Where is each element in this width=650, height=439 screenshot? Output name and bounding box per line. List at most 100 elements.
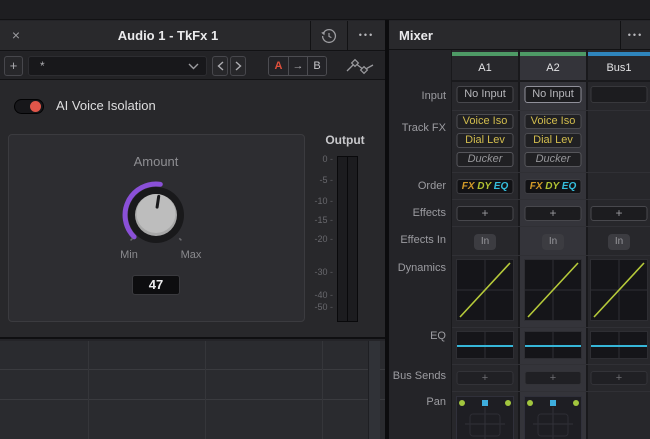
meter-tick: 0: [299, 154, 333, 164]
order-dy-label: DY: [477, 181, 492, 192]
row-label-eq: EQ: [430, 330, 446, 342]
order-dy-label: DY: [545, 181, 560, 192]
meter-tick: -15: [299, 215, 333, 225]
channel-name[interactable]: Bus1: [588, 56, 650, 80]
amount-label: Amount: [133, 154, 179, 169]
plugin-body: AI Voice Isolation Amount Min Max 47 Out…: [0, 80, 385, 339]
track-fx-voice-iso-button[interactable]: Voice Iso: [524, 114, 582, 129]
ai-voice-isolation-toggle[interactable]: [14, 99, 44, 114]
row-label-pan: Pan: [426, 396, 446, 408]
knob-max-label: Max: [180, 249, 202, 261]
row-label-bus-sends: Bus Sends: [392, 370, 446, 382]
channel-name[interactable]: A1: [452, 56, 518, 80]
effects-in-toggle[interactable]: In: [608, 234, 630, 250]
chevron-right-icon: [235, 61, 242, 71]
next-preset-button[interactable]: [230, 56, 246, 76]
knob-graphic: [122, 181, 184, 243]
plugin-window-title: Audio 1 - TkFx 1: [117, 28, 219, 43]
automation-keyframe-button[interactable]: [345, 58, 375, 75]
output-meter-label: Output: [325, 133, 365, 147]
input-select-button[interactable]: [590, 86, 648, 103]
meter-tick: -30: [299, 267, 333, 277]
row-label-effects: Effects: [412, 207, 446, 219]
track-fx-dial-lev-button[interactable]: Dial Lev: [456, 133, 514, 148]
ab-compare-a-button[interactable]: A: [269, 57, 288, 75]
mixer-titlebar: Mixer •••: [389, 21, 650, 50]
order-button[interactable]: FX DY EQ: [524, 179, 582, 194]
track-fx-voice-iso-button[interactable]: Voice Iso: [456, 114, 514, 129]
mixer-options-menu-button[interactable]: •••: [621, 21, 650, 50]
bus-send-button[interactable]: +: [590, 371, 648, 385]
preset-current-value: *: [40, 59, 45, 73]
meter-tick: -20: [299, 234, 333, 244]
pan-control[interactable]: [524, 396, 582, 439]
timeline-track-divider: [0, 399, 385, 400]
input-select-button[interactable]: No Input: [524, 86, 582, 103]
eq-graph[interactable]: [524, 331, 582, 359]
add-effect-button[interactable]: +: [590, 206, 648, 221]
previous-preset-button[interactable]: [212, 56, 228, 76]
track-fx-dial-lev-button[interactable]: Dial Lev: [524, 133, 582, 148]
row-label-effects-in: Effects In: [400, 234, 446, 246]
ab-copy-button[interactable]: →: [288, 57, 307, 75]
row-label-dynamics: Dynamics: [397, 262, 446, 274]
input-select-button[interactable]: No Input: [456, 86, 514, 103]
dynamics-graph[interactable]: [524, 259, 582, 321]
order-fx-label: FX: [461, 181, 475, 192]
meter-tick: -40: [299, 290, 333, 300]
row-label-input: Input: [421, 90, 446, 102]
ab-compare-b-button[interactable]: B: [307, 57, 326, 75]
eq-graph[interactable]: [590, 331, 648, 359]
channel-strip-a2: A2 No Input Voice Iso Dial Lev Ducker FX…: [520, 50, 586, 439]
eq-graph[interactable]: [456, 331, 514, 359]
timeline-scrollbar[interactable]: [368, 341, 380, 439]
mixer-channel-area: A1 No Input Voice Iso Dial Lev Ducker FX…: [451, 50, 650, 439]
timeline-gridline: [205, 341, 206, 439]
knob-min-label: Min: [120, 249, 138, 261]
ai-voice-isolation-label: AI Voice Isolation: [56, 98, 156, 113]
amount-panel: Amount Min Max 47: [8, 134, 305, 322]
timeline-gridline: [88, 341, 89, 439]
row-label-track-fx: Track FX: [401, 122, 446, 134]
timeline-gridline: [322, 341, 323, 439]
mixer-title: Mixer: [399, 28, 433, 43]
add-preset-button[interactable]: +: [4, 56, 23, 76]
dynamics-graph[interactable]: [590, 259, 648, 321]
effects-in-toggle[interactable]: In: [474, 234, 496, 250]
plugin-options-menu-button[interactable]: •••: [348, 21, 385, 50]
output-level-meter: [337, 156, 358, 322]
davinci-fairlight-screen: × Audio 1 - TkFx 1 ••• + * A → B AI Voic…: [0, 0, 650, 439]
keyframe-curve-icon: [346, 58, 374, 75]
toggle-on-dot: [30, 101, 41, 112]
chevron-down-icon: [188, 63, 199, 69]
bus-send-button[interactable]: +: [524, 371, 582, 385]
dynamics-graph[interactable]: [456, 259, 514, 321]
order-fx-label: FX: [529, 181, 543, 192]
channel-strip-a1: A1 No Input Voice Iso Dial Lev Ducker FX…: [452, 50, 518, 439]
preset-dropdown[interactable]: *: [28, 56, 207, 76]
ab-compare-group: A → B: [268, 56, 327, 76]
plugin-toolbar: + * A → B: [0, 52, 385, 80]
track-fx-ducker-button[interactable]: Ducker: [456, 152, 514, 167]
order-button[interactable]: FX DY EQ: [456, 179, 514, 194]
effects-in-toggle[interactable]: In: [542, 234, 564, 250]
meter-tick: -50: [299, 302, 333, 312]
add-effect-button[interactable]: +: [524, 206, 582, 221]
mixer-body: Input Track FX Order Effects Effects In …: [389, 50, 650, 439]
track-fx-ducker-button[interactable]: Ducker: [524, 152, 582, 167]
channel-name[interactable]: A2: [520, 56, 586, 80]
plugin-window-titlebar: × Audio 1 - TkFx 1 •••: [0, 21, 385, 51]
bus-send-button[interactable]: +: [456, 371, 514, 385]
pan-control[interactable]: [456, 396, 514, 439]
add-effect-button[interactable]: +: [456, 206, 514, 221]
row-label-order: Order: [417, 180, 446, 192]
history-icon: [321, 28, 336, 43]
order-eq-label: EQ: [493, 181, 509, 192]
meter-divider: [347, 157, 348, 321]
amount-value-field[interactable]: 47: [132, 275, 180, 295]
meter-tick: -5: [299, 175, 333, 185]
channel-strip-bus1: Bus1 + In +: [588, 50, 650, 439]
history-reset-button[interactable]: [311, 21, 347, 50]
order-eq-label: EQ: [561, 181, 577, 192]
chevron-left-icon: [216, 61, 223, 71]
